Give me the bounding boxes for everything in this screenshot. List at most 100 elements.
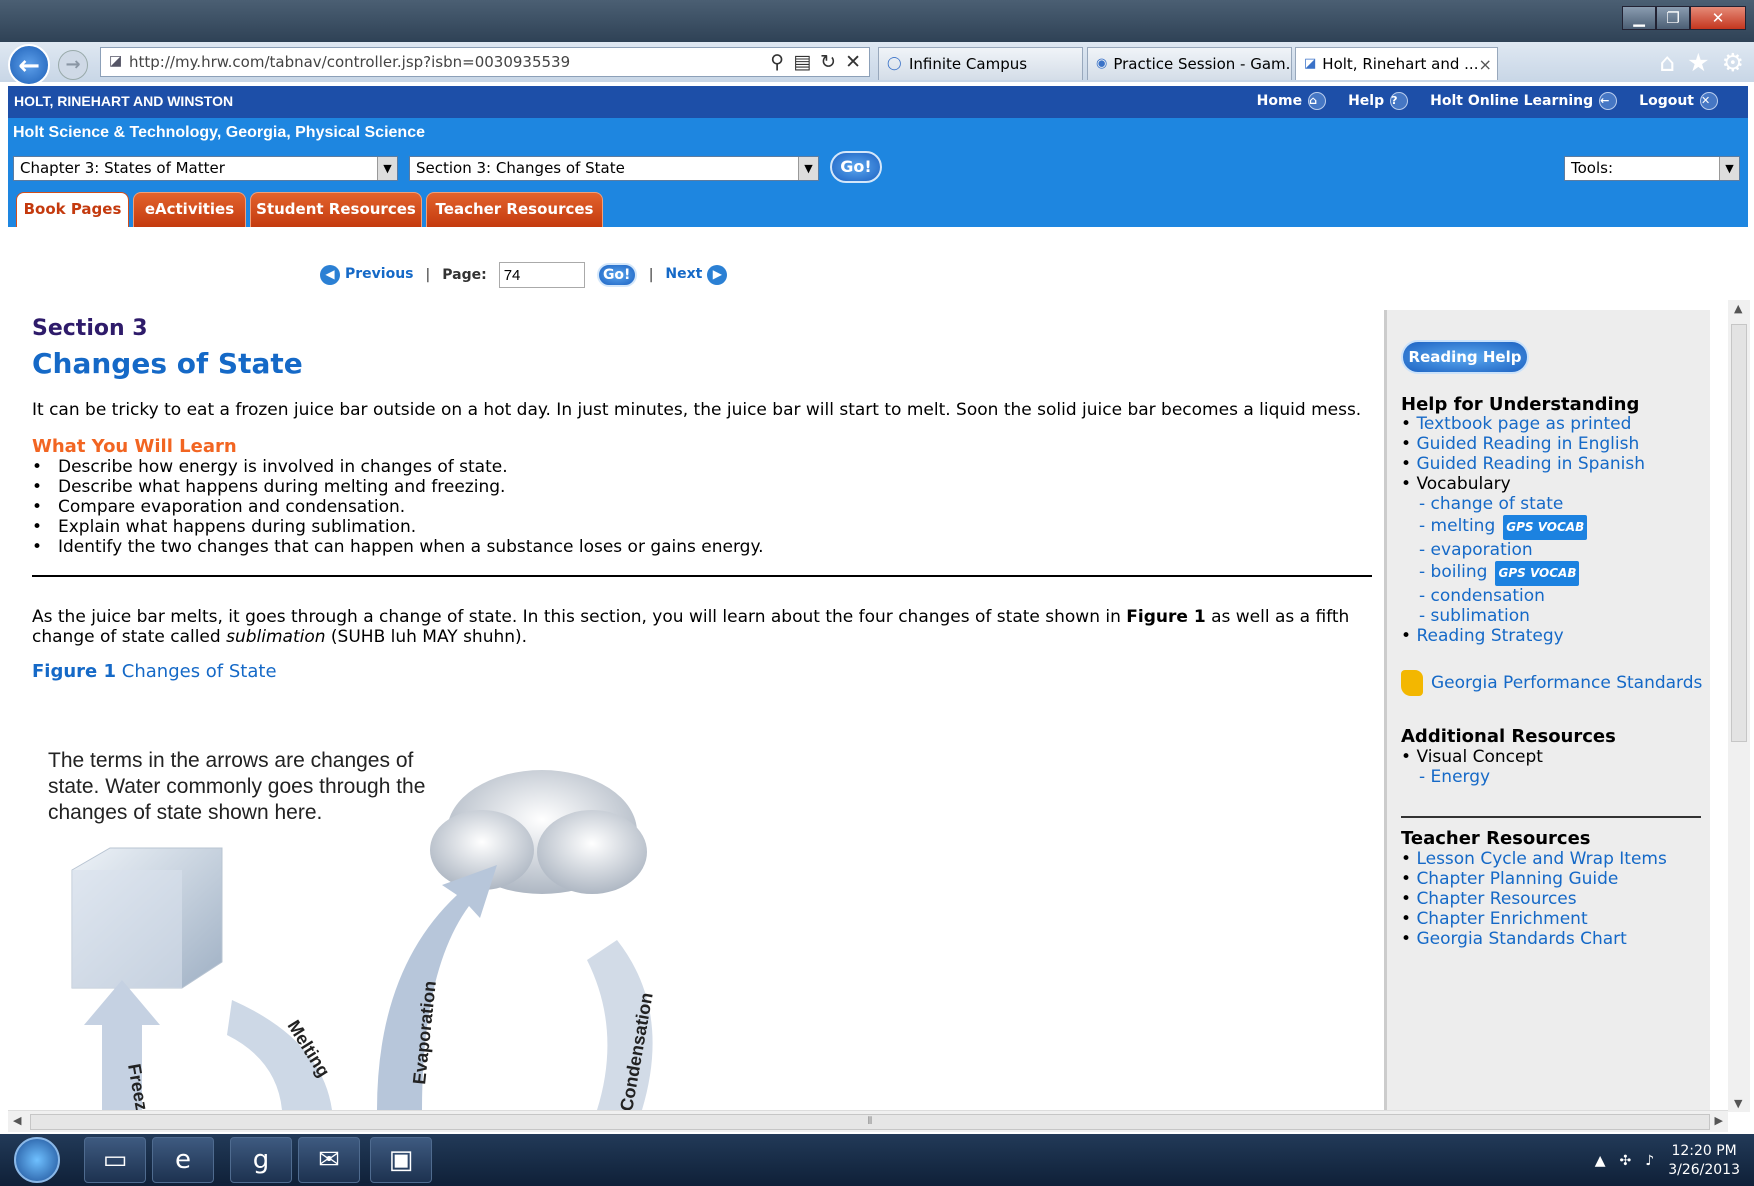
vocab-link[interactable]: change of state	[1431, 494, 1564, 514]
settings-gear-icon[interactable]: ⚙	[1722, 48, 1744, 77]
page-navigation: ◀ Previous | Page: Go! | Next▶	[320, 262, 728, 288]
address-bar[interactable]: ◪ http://my.hrw.com/tabnav/controller.js…	[100, 47, 870, 77]
clock-date: 3/26/2013	[1668, 1162, 1740, 1178]
guided-english-link[interactable]: Guided Reading in English	[1416, 434, 1639, 454]
forward-button[interactable]: →	[58, 50, 88, 80]
tab-teacher-resources[interactable]: Teacher Resources	[426, 192, 603, 227]
page-go-button[interactable]: Go!	[596, 263, 637, 287]
georgia-standards-link[interactable]: Georgia Performance Standards	[1401, 670, 1702, 696]
scroll-thumb[interactable]: ⦀	[30, 1114, 1710, 1130]
page-number-input[interactable]	[498, 262, 585, 288]
list-item: Textbook page as printed	[1401, 414, 1645, 434]
figure-graphic: Freezing Melting Evaporation Condensatio…	[71, 770, 657, 1110]
back-button[interactable]: ←	[8, 44, 50, 86]
page-label: Page:	[442, 267, 487, 283]
clock[interactable]: 12:20 PM 3/26/2013	[1668, 1142, 1740, 1180]
refresh-icon[interactable]: ↻	[820, 51, 836, 73]
file-explorer-icon[interactable]: ▭	[84, 1137, 146, 1183]
tab-practice-session[interactable]: ◉ Practice Session - Gam...	[1087, 47, 1292, 80]
para-text: (SUHB luh MAY shuhn).	[325, 627, 528, 647]
list-item: evaporation	[1401, 540, 1645, 560]
body-paragraph: As the juice bar melts, it goes through …	[32, 607, 1372, 647]
textbook-link[interactable]: Textbook page as printed	[1416, 414, 1631, 434]
figure-caption-text: Changes of State	[121, 661, 277, 682]
vocab-link[interactable]: sublimation	[1431, 606, 1530, 626]
favorites-star-icon[interactable]: ★	[1687, 48, 1709, 77]
previous-link[interactable]: ◀ Previous	[320, 265, 414, 285]
tab-infinite-campus[interactable]: ◯ Infinite Campus	[878, 47, 1083, 80]
list-item: Explain what happens during sublimation.	[32, 517, 1372, 537]
brand-logo: HOLT, RINEHART AND WINSTON	[14, 93, 234, 109]
taskbar: ▭ e g ✉ ▣ ▲ ✣ ♪ 12:20 PM 3/26/2013	[0, 1134, 1754, 1186]
browser-navbar: ← → ◪ http://my.hrw.com/tabnav/controlle…	[0, 42, 1754, 86]
start-button[interactable]	[14, 1137, 60, 1183]
vocab-link[interactable]: boiling	[1431, 562, 1488, 582]
scroll-down-icon[interactable]: ▼	[1734, 1097, 1742, 1110]
list-item: condensation	[1401, 586, 1645, 606]
gps-vocab-badge[interactable]: GPS VOCAB	[1503, 515, 1588, 540]
compatibility-icon[interactable]: ▤	[793, 51, 811, 73]
logout-link[interactable]: Logout ✕	[1639, 92, 1718, 110]
para-text: As the juice bar melts, it goes through …	[32, 607, 1127, 627]
stop-icon[interactable]: ✕	[845, 51, 861, 73]
volume-icon[interactable]: ♪	[1645, 1153, 1654, 1169]
chevron-down-icon: ▼	[798, 157, 818, 180]
list-item: Describe what happens during melting and…	[32, 477, 1372, 497]
help-link[interactable]: Help?	[1348, 92, 1409, 110]
next-label: Next	[665, 266, 703, 282]
horizontal-scrollbar[interactable]: ◀ ⦀ ▶	[8, 1110, 1728, 1132]
minimize-button[interactable]: ▁	[1622, 6, 1656, 30]
next-link[interactable]: Next ▶	[665, 265, 728, 285]
tab-student-resources[interactable]: Student Resources	[250, 192, 422, 227]
reading-strategy-link[interactable]: Reading Strategy	[1416, 626, 1563, 646]
home-icon[interactable]: ⌂	[1659, 48, 1675, 77]
vocab-link[interactable]: melting	[1431, 516, 1496, 536]
presentation-app-icon[interactable]: ▣	[370, 1137, 432, 1183]
vertical-scrollbar[interactable]: ▲ ▼	[1728, 300, 1750, 1112]
chevron-down-icon: ▼	[1719, 157, 1739, 180]
tab-book-pages[interactable]: Book Pages	[16, 192, 129, 227]
term-sublimation: sublimation	[226, 627, 326, 647]
tools-select[interactable]: Tools: ▼	[1564, 156, 1740, 181]
figure-caption: Figure 1 Changes of State	[32, 661, 1372, 682]
close-window-button[interactable]: ✕	[1690, 6, 1746, 30]
teacher-link[interactable]: Lesson Cycle and Wrap Items	[1416, 849, 1666, 869]
tab-holt[interactable]: ◪ Holt, Rinehart and ... ×	[1295, 47, 1498, 80]
tab-eactivities[interactable]: eActivities	[133, 192, 246, 227]
reading-help-button[interactable]: Reading Help	[1401, 340, 1529, 374]
scroll-right-icon[interactable]: ▶	[1715, 1114, 1723, 1127]
visual-concept-label: Visual Concept	[1401, 747, 1542, 767]
page-icon: ◪	[1304, 56, 1317, 71]
home-link[interactable]: Home ⌂	[1257, 92, 1327, 110]
chapter-select[interactable]: Chapter 3: States of Matter ▼	[13, 156, 398, 181]
arrow-right-icon: ▶	[707, 265, 728, 285]
section-label: Section 3	[32, 316, 148, 341]
section-select[interactable]: Section 3: Changes of State ▼	[409, 156, 819, 181]
scroll-up-icon[interactable]: ▲	[1734, 302, 1742, 315]
network-icon[interactable]: ✣	[1620, 1153, 1632, 1169]
holt-online-learning-link[interactable]: Holt Online Learning ←	[1430, 92, 1618, 110]
teacher-link[interactable]: Chapter Planning Guide	[1416, 869, 1618, 889]
scroll-thumb[interactable]	[1731, 324, 1747, 742]
vocab-link[interactable]: evaporation	[1431, 540, 1533, 560]
close-tab-icon[interactable]: ×	[1478, 55, 1491, 74]
scroll-left-icon[interactable]: ◀	[13, 1114, 21, 1127]
go-button[interactable]: Go!	[830, 151, 882, 183]
search-icon[interactable]: ⚲	[770, 51, 784, 73]
internet-explorer-icon[interactable]: e	[152, 1137, 214, 1183]
guided-spanish-link[interactable]: Guided Reading in Spanish	[1416, 454, 1645, 474]
maximize-button[interactable]: ❐	[1656, 6, 1690, 30]
teacher-link[interactable]: Chapter Enrichment	[1416, 909, 1587, 929]
energy-link[interactable]: Energy	[1431, 767, 1491, 787]
outlook-icon[interactable]: ✉	[298, 1137, 360, 1183]
vocab-link[interactable]: condensation	[1431, 586, 1545, 606]
google-icon[interactable]: g	[230, 1137, 292, 1183]
list-item: Reading Strategy	[1401, 626, 1645, 646]
teacher-link[interactable]: Chapter Resources	[1416, 889, 1576, 909]
show-hidden-icons-icon[interactable]: ▲	[1595, 1153, 1606, 1169]
window-controls: ▁ ❐ ✕	[1622, 6, 1746, 30]
georgia-icon	[1401, 670, 1423, 696]
previous-label: Previous	[345, 266, 414, 282]
gps-vocab-badge[interactable]: GPS VOCAB	[1495, 561, 1580, 586]
teacher-link[interactable]: Georgia Standards Chart	[1416, 929, 1626, 949]
